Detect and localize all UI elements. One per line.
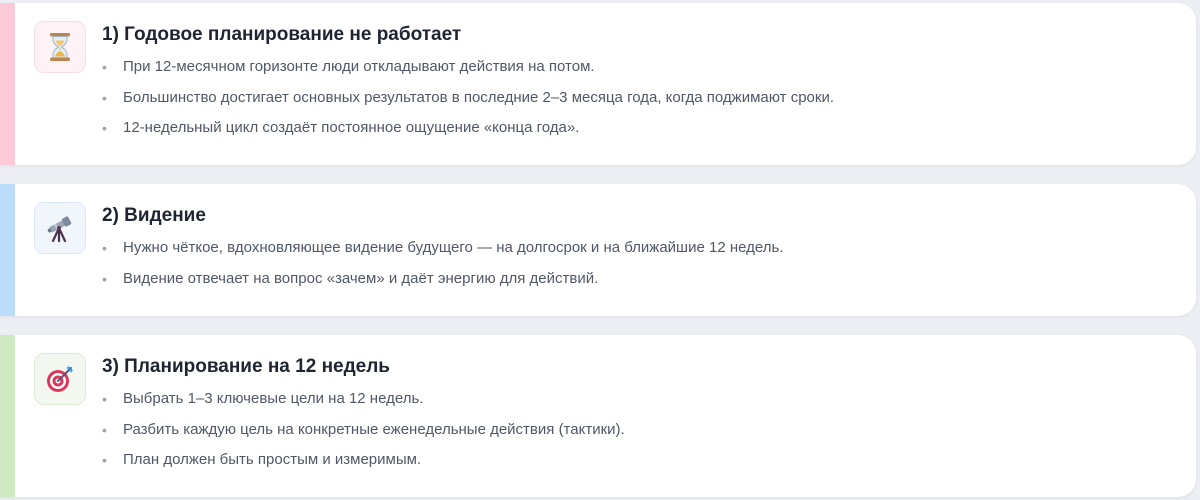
- section-accent-bar: [0, 184, 15, 316]
- section-content: 2) Видение • Нужно чёткое, вдохновляющее …: [102, 204, 1172, 299]
- bullet-dot: •: [102, 89, 107, 106]
- bullet-dot: •: [102, 421, 107, 438]
- section-icon-box: [34, 21, 86, 73]
- bullet-dot: •: [102, 59, 107, 75]
- list-item: • Выбрать 1–3 ключевые цели на 12 недель.: [102, 389, 1172, 409]
- list-item-text: 12-недельный цикл создаёт постоянное ощу…: [123, 119, 580, 136]
- section-title: 1) Годовое планирование не работает: [102, 24, 462, 45]
- section-icon-box: [34, 202, 86, 254]
- list-item: • При 12-месячном горизонте люди откладыв…: [102, 57, 1172, 77]
- section-content: 3) Планирование на 12 недель • Выбрать 1–…: [102, 355, 1172, 481]
- bullet-list: • Нужно чёткое, вдохновляющее видение буд…: [102, 238, 1172, 289]
- list-item: • Разбить каждую цель на конкретные ежене…: [102, 420, 1172, 440]
- hourglass-icon: [50, 33, 70, 61]
- list-item: • Видение отвечает на вопрос «зачем» и да…: [102, 269, 1172, 289]
- list-item: • План должен быть простым и измеримым.: [102, 450, 1172, 470]
- section-card-annual-planning: 1) Годовое планирование не работает • При…: [0, 3, 1196, 165]
- section-accent-bar: [0, 335, 15, 497]
- section-title: 2) Видение: [102, 205, 206, 226]
- section-accent-bar: [0, 3, 15, 165]
- bullet-dot: •: [102, 391, 107, 407]
- bullet-list: • При 12-месячном горизонте люди откладыв…: [102, 57, 1172, 138]
- list-item-text: Разбить каждую цель на конкретные еженед…: [123, 420, 625, 438]
- bullet-dot: •: [102, 120, 107, 136]
- list-item-text: Выбрать 1–3 ключевые цели на 12 недель.: [123, 390, 424, 407]
- list-item-text: План должен быть простым и измеримым.: [123, 451, 422, 468]
- section-card-vision: 2) Видение • Нужно чёткое, вдохновляющее …: [0, 184, 1196, 316]
- list-item: • Большинство достигает основных результа…: [102, 88, 1172, 108]
- section-title: 3) Планирование на 12 недель: [102, 356, 390, 377]
- bullet-dot: •: [102, 452, 107, 468]
- bullet-dot: •: [102, 240, 107, 256]
- target-icon: [47, 365, 74, 392]
- list-item-text: Большинство достигает основных результат…: [123, 88, 834, 106]
- section-card-12-week-planning: 3) Планирование на 12 недель • Выбрать 1–…: [0, 335, 1196, 497]
- list-item: • 12-недельный цикл создаёт постоянное ощ…: [102, 118, 1172, 138]
- telescope-icon: [47, 216, 72, 243]
- list-item-text: При 12-месячном горизонте люди откладыва…: [123, 58, 595, 75]
- bullet-dot: •: [102, 270, 107, 287]
- section-icon-box: [34, 353, 86, 405]
- page: 1) Годовое планирование не работает • При…: [0, 0, 1200, 500]
- list-item: • Нужно чёткое, вдохновляющее видение буд…: [102, 238, 1172, 258]
- list-item-text: Нужно чёткое, вдохновляющее видение буду…: [123, 239, 784, 256]
- list-item-text: Видение отвечает на вопрос «зачем» и даё…: [123, 269, 599, 287]
- bullet-list: • Выбрать 1–3 ключевые цели на 12 недель.…: [102, 389, 1172, 470]
- section-content: 1) Годовое планирование не работает • При…: [102, 23, 1172, 149]
